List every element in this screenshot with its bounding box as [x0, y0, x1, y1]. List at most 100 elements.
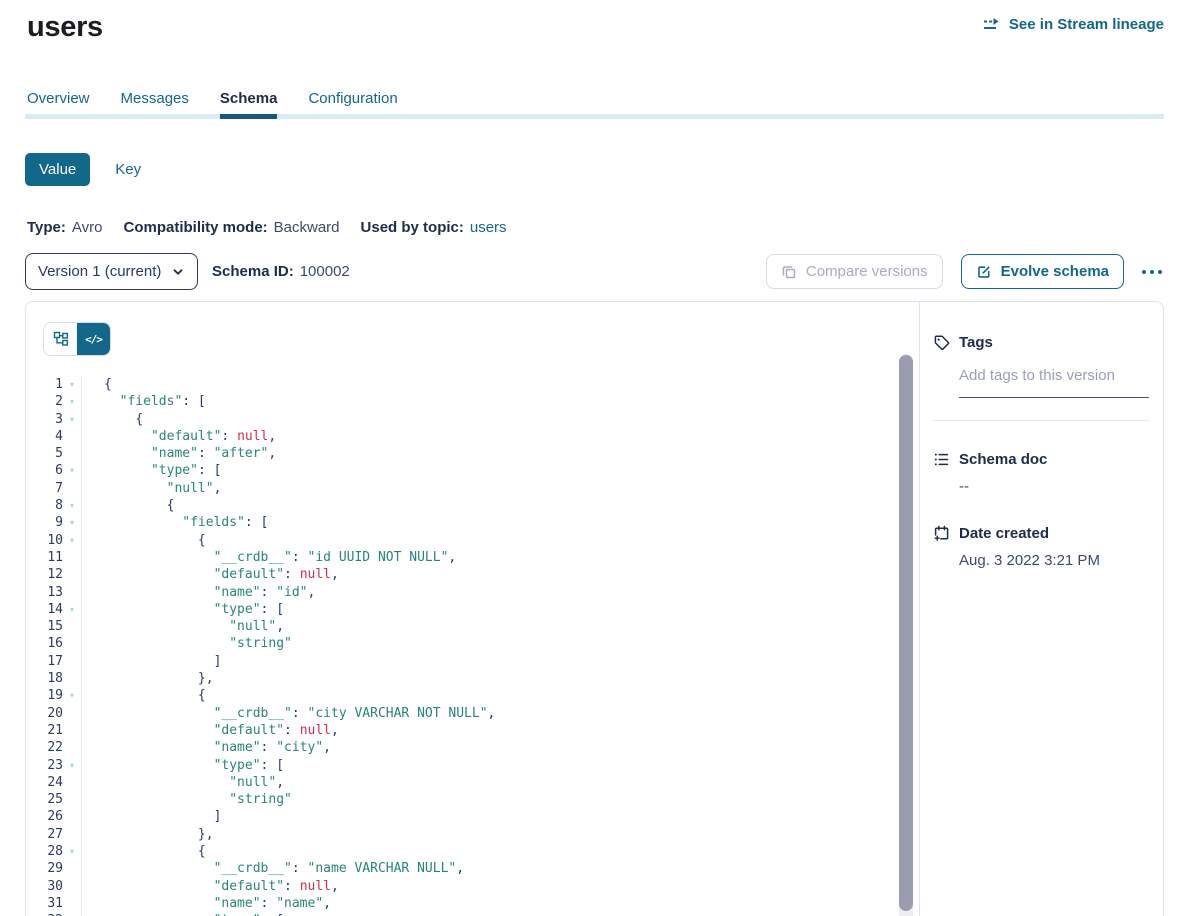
fold-toggle-icon[interactable]: ▾: [63, 601, 81, 618]
code-text[interactable]: {: [82, 843, 206, 860]
code-text[interactable]: "name": "id",: [82, 584, 315, 601]
code-text[interactable]: {: [82, 687, 206, 704]
code-line: 27 },: [26, 826, 919, 843]
stream-lineage-link[interactable]: See in Stream lineage: [982, 16, 1164, 33]
code-text[interactable]: {: [82, 497, 174, 514]
line-number: 12: [26, 566, 63, 583]
fold-toggle-icon[interactable]: ▾: [63, 376, 81, 393]
fold-toggle-icon[interactable]: ▾: [63, 514, 81, 531]
code-text[interactable]: },: [82, 826, 214, 843]
topic-link[interactable]: users: [470, 219, 507, 236]
code-text[interactable]: "name": "city",: [82, 739, 331, 756]
tab-messages[interactable]: Messages: [121, 90, 189, 119]
code-text[interactable]: },: [82, 670, 214, 687]
code-text[interactable]: "null",: [82, 480, 221, 497]
code-line: 29 "__crdb__": "name VARCHAR NULL",: [26, 860, 919, 877]
line-number: 18: [26, 670, 63, 687]
line-number: 24: [26, 774, 63, 791]
code-text[interactable]: "string": [82, 635, 292, 652]
tree-view-icon: [53, 331, 69, 347]
code-text[interactable]: "string": [82, 791, 292, 808]
line-number: 25: [26, 791, 63, 808]
code-text[interactable]: {: [82, 411, 143, 428]
line-number: 6: [26, 462, 63, 479]
fold-spacer: [63, 791, 81, 808]
compatibility-label: Compatibility mode:: [123, 219, 267, 236]
fold-toggle-icon[interactable]: ▾: [63, 393, 81, 410]
fold-spacer: [63, 808, 81, 825]
date-created-section: Date created Aug. 3 2022 3:21 PM: [933, 525, 1149, 569]
add-tags-input[interactable]: [959, 367, 1149, 398]
line-number: 32: [26, 912, 63, 916]
tree-view-button[interactable]: [44, 323, 77, 355]
list-icon: [933, 451, 950, 468]
line-number: 30: [26, 878, 63, 895]
tab-schema[interactable]: Schema: [220, 90, 278, 119]
fold-toggle-icon[interactable]: ▾: [63, 912, 81, 916]
compare-versions-button[interactable]: Compare versions: [766, 254, 943, 289]
fold-toggle-icon[interactable]: ▾: [63, 757, 81, 774]
code-line: 6▾ "type": [: [26, 462, 919, 479]
code-text[interactable]: "type": [: [82, 462, 221, 479]
tag-icon: [933, 334, 950, 351]
value-tab-button[interactable]: Value: [25, 153, 90, 186]
code-text[interactable]: "fields": [: [82, 393, 206, 410]
schema-id-value: 100002: [300, 263, 350, 280]
fold-spacer: [63, 826, 81, 843]
tags-section: Tags: [933, 334, 1149, 421]
code-text[interactable]: "__crdb__": "city VARCHAR NOT NULL",: [82, 705, 495, 722]
code-lines: 1▾{2▾ "fields": [3▾ {4 "default": null,5…: [26, 376, 919, 916]
code-text[interactable]: "__crdb__": "id UUID NOT NULL",: [82, 549, 456, 566]
fold-spacer: [63, 653, 81, 670]
date-created-heading: Date created: [959, 525, 1049, 542]
more-options-button[interactable]: [1140, 264, 1164, 280]
tab-overview[interactable]: Overview: [27, 90, 90, 119]
version-select[interactable]: Version 1 (current): [25, 253, 198, 290]
line-number: 9: [26, 514, 63, 531]
code-line: 2▾ "fields": [: [26, 393, 919, 410]
fold-spacer: [63, 895, 81, 912]
code-line: 23▾ "type": [: [26, 757, 919, 774]
line-number: 8: [26, 497, 63, 514]
code-view-button[interactable]: </>: [77, 323, 110, 355]
fold-spacer: [63, 618, 81, 635]
tab-bar: Overview Messages Schema Configuration: [25, 90, 1164, 119]
code-text[interactable]: ]: [82, 653, 221, 670]
code-text[interactable]: "fields": [: [82, 514, 268, 531]
code-text[interactable]: "default": null,: [82, 722, 339, 739]
evolve-schema-button[interactable]: Evolve schema: [961, 254, 1124, 289]
fold-toggle-icon[interactable]: ▾: [63, 462, 81, 479]
editor-scrollbar-thumb[interactable]: [899, 355, 913, 911]
code-text[interactable]: ]: [82, 808, 221, 825]
fold-toggle-icon[interactable]: ▾: [63, 532, 81, 549]
code-text[interactable]: "null",: [82, 774, 284, 791]
type-label: Type:: [27, 219, 66, 236]
editor-scrollbar-track[interactable]: [899, 354, 913, 916]
code-text[interactable]: "null",: [82, 618, 284, 635]
fold-toggle-icon[interactable]: ▾: [63, 497, 81, 514]
line-number: 5: [26, 445, 63, 462]
tab-configuration[interactable]: Configuration: [308, 90, 397, 119]
code-text[interactable]: "name": "name",: [82, 895, 331, 912]
fold-spacer: [63, 722, 81, 739]
line-number: 13: [26, 584, 63, 601]
code-text[interactable]: "name": "after",: [82, 445, 276, 462]
line-number: 15: [26, 618, 63, 635]
code-text[interactable]: "default": null,: [82, 878, 339, 895]
code-text[interactable]: "__crdb__": "name VARCHAR NULL",: [82, 860, 464, 877]
code-line: 13 "name": "id",: [26, 584, 919, 601]
fold-spacer: [63, 670, 81, 687]
code-text[interactable]: "type": [: [82, 912, 284, 916]
code-text[interactable]: "type": [: [82, 757, 284, 774]
fold-toggle-icon[interactable]: ▾: [63, 843, 81, 860]
code-text[interactable]: "default": null,: [82, 566, 339, 583]
fold-toggle-icon[interactable]: ▾: [63, 687, 81, 704]
line-number: 1: [26, 376, 63, 393]
code-line: 19▾ {: [26, 687, 919, 704]
code-text[interactable]: "default": null,: [82, 428, 276, 445]
code-text[interactable]: {: [82, 376, 112, 393]
fold-toggle-icon[interactable]: ▾: [63, 411, 81, 428]
key-tab-button[interactable]: Key: [115, 161, 141, 178]
code-text[interactable]: "type": [: [82, 601, 284, 618]
code-text[interactable]: {: [82, 532, 206, 549]
